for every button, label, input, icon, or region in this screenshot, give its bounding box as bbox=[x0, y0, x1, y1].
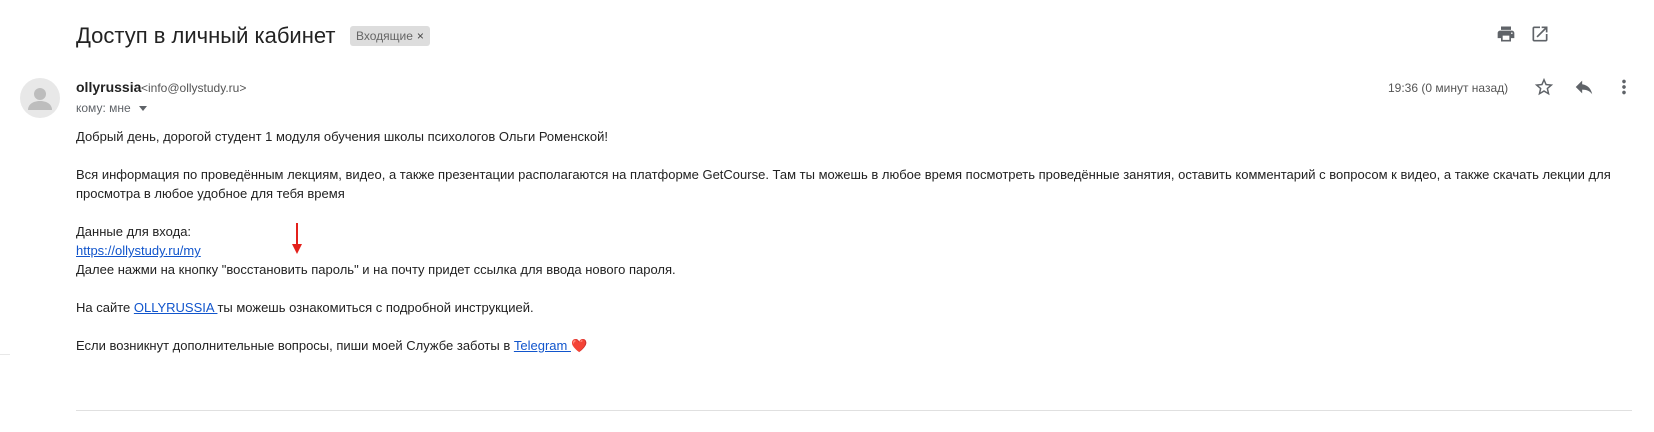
login-label: Данные для входа: bbox=[76, 224, 192, 239]
timestamp: 19:36 (0 минут назад) bbox=[1388, 81, 1509, 95]
more-vert-icon[interactable] bbox=[1612, 75, 1636, 99]
restore-password-hint: Далее нажми на кнопку "восстановить паро… bbox=[76, 262, 676, 277]
login-block: Данные для входа: https://ollystudy.ru/m… bbox=[76, 222, 1616, 279]
site-paragraph: На сайте OLLYRUSSIA ты можешь ознакомить… bbox=[76, 298, 1616, 317]
avatar[interactable] bbox=[20, 78, 60, 118]
annotation-arrow-icon bbox=[292, 223, 302, 254]
recipient-label: кому: мне bbox=[76, 101, 131, 115]
message-divider bbox=[76, 410, 1632, 411]
chevron-down-icon bbox=[138, 106, 147, 111]
reply-icon[interactable] bbox=[1572, 75, 1596, 99]
message-body: Добрый день, дорогой студент 1 модуля об… bbox=[76, 127, 1616, 374]
label-chip-inbox: Входящие × bbox=[350, 26, 430, 46]
open-in-new-window-icon[interactable] bbox=[1528, 22, 1552, 46]
telegram-link[interactable]: Telegram bbox=[514, 338, 571, 353]
sender-email: <info@ollystudy.ru> bbox=[141, 81, 247, 95]
site-prefix: На сайте bbox=[76, 300, 134, 315]
star-icon[interactable] bbox=[1532, 75, 1556, 99]
print-icon[interactable] bbox=[1494, 22, 1518, 46]
heart-emoji: ❤️ bbox=[570, 338, 588, 353]
support-prefix: Если возникнут дополнительные вопросы, п… bbox=[76, 338, 514, 353]
recipient-details-toggle[interactable]: кому: мне bbox=[76, 99, 147, 117]
site-link[interactable]: OLLYRUSSIA bbox=[134, 300, 218, 315]
greeting-text: Добрый день, дорогой студент 1 модуля об… bbox=[76, 129, 608, 144]
support-paragraph: Если возникнут дополнительные вопросы, п… bbox=[76, 336, 1616, 355]
left-edge-divider bbox=[0, 354, 10, 355]
site-suffix: ты можешь ознакомиться с подробной инстр… bbox=[217, 300, 534, 315]
remove-label-button[interactable]: × bbox=[417, 26, 424, 46]
sender-name[interactable]: ollyrussia bbox=[76, 78, 141, 96]
login-link[interactable]: https://ollystudy.ru/my bbox=[76, 243, 201, 258]
email-subject: Доступ в личный кабинет bbox=[76, 23, 336, 48]
info-paragraph: Вся информация по проведённым лекциям, в… bbox=[76, 167, 1611, 201]
label-chip-text: Входящие bbox=[356, 29, 413, 43]
